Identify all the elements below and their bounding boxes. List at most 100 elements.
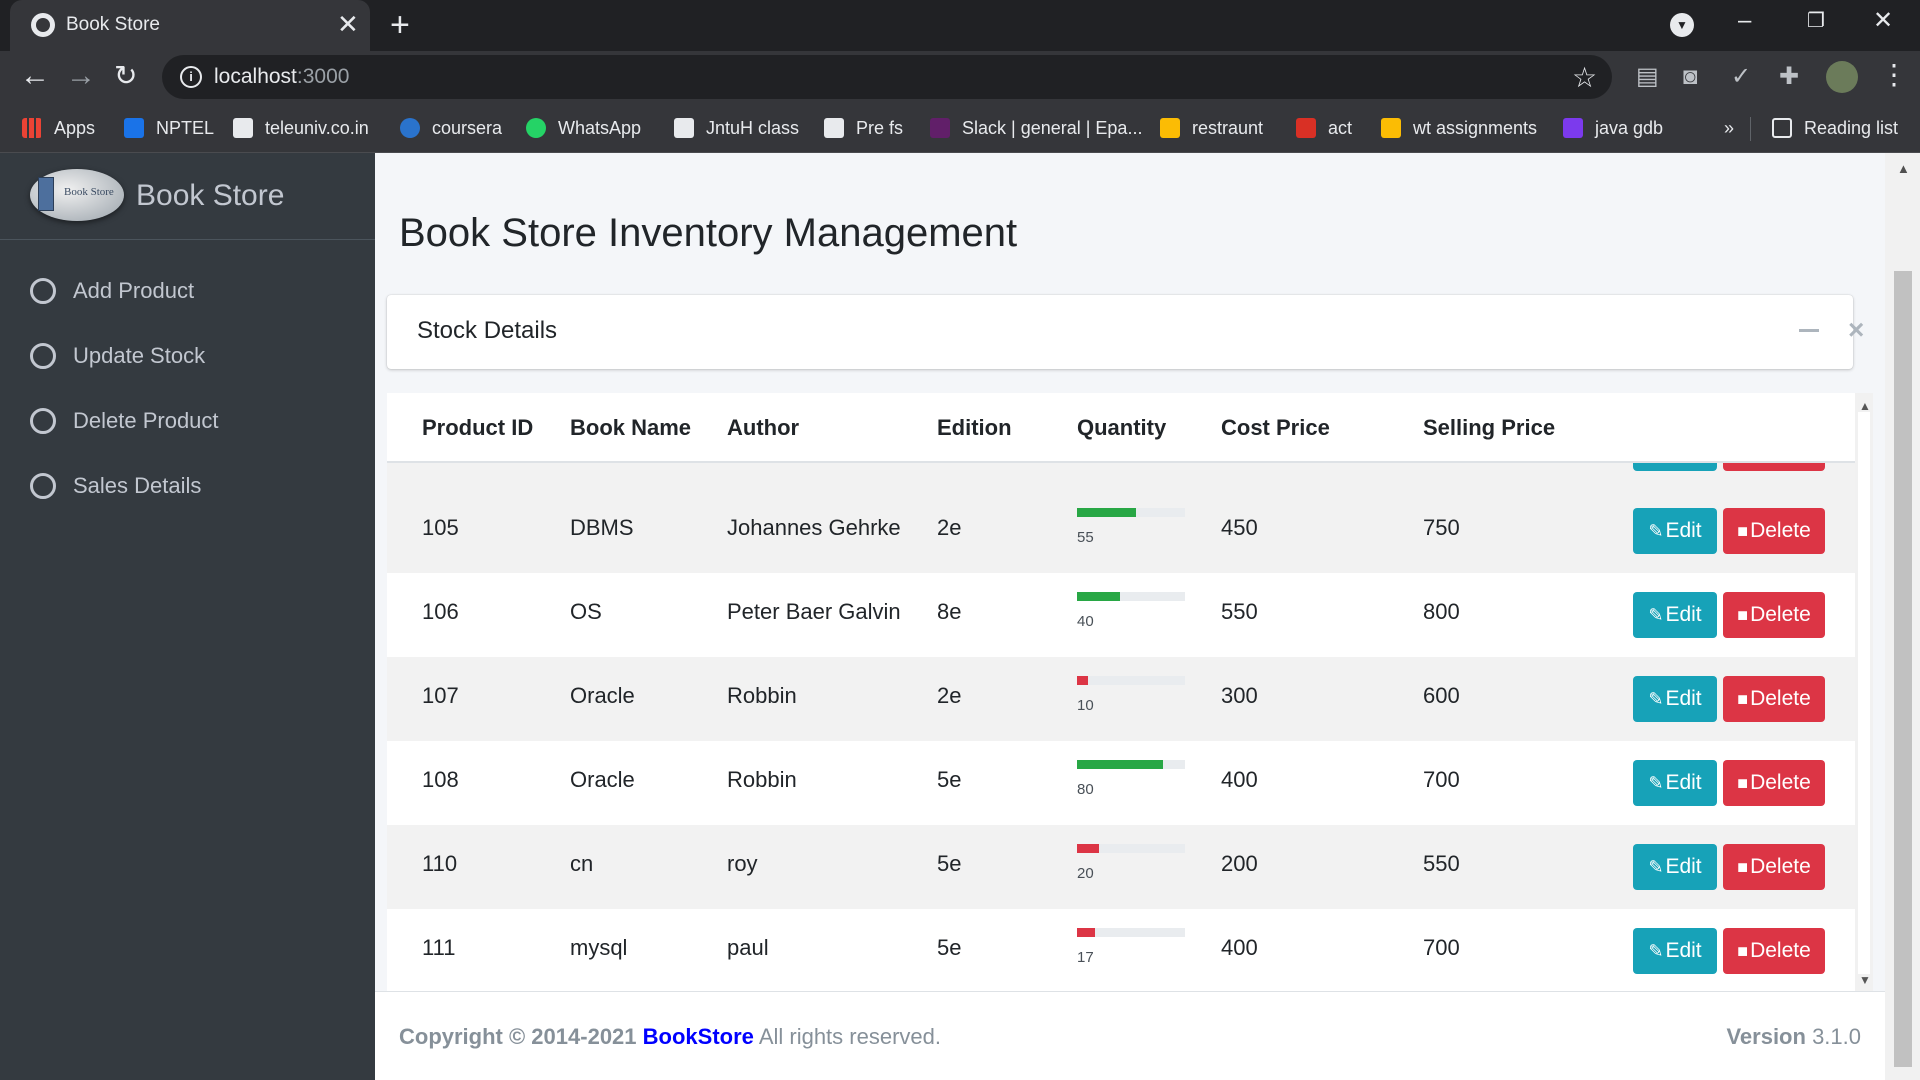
bookmark-nptel[interactable]: NPTEL — [124, 115, 214, 141]
browser-tabstrip: Book Store ✕ + ▼ – ❐ ✕ — [0, 0, 1920, 51]
cell-edition: 5e — [937, 935, 962, 960]
copyright-text: Copyright © 2014-2021 BookStore All righ… — [399, 1024, 941, 1049]
bookmark-jntuh[interactable]: JntuH class — [674, 115, 799, 141]
collapse-icon[interactable] — [1799, 329, 1819, 332]
sidebar-item-label: Update Stock — [73, 343, 206, 368]
clipboard-icon[interactable]: ▤ — [1636, 64, 1659, 90]
forward-icon[interactable]: → — [66, 59, 96, 93]
delete-button[interactable]: ■Delete — [1723, 592, 1825, 638]
tab-search-icon[interactable]: ▼ — [1670, 13, 1694, 37]
cell-quantity: 55 — [1077, 529, 1094, 546]
pencil-icon: ✎ — [1648, 857, 1664, 877]
table-scrollbar-thumb[interactable] — [1858, 412, 1870, 974]
sidebar-item-sales-details[interactable]: Sales Details — [0, 459, 375, 515]
cell-selling-price: 800 — [1423, 599, 1460, 624]
scroll-down-arrow-icon[interactable]: ▼ — [1859, 973, 1871, 987]
trash-icon: ■ — [1737, 521, 1749, 541]
reading-list[interactable]: Reading list — [1772, 115, 1898, 141]
teleuniv-icon — [233, 118, 253, 138]
act-icon — [1296, 118, 1316, 138]
delete-button[interactable]: ■Delete — [1723, 676, 1825, 722]
table-scrollbar[interactable]: ▲ ▼ — [1855, 393, 1873, 993]
cell-cost-price: 450 — [1221, 515, 1258, 540]
brand-link[interactable]: Book Store Book Store — [0, 153, 375, 240]
card-title: Stock Details — [417, 317, 558, 344]
cell-author: roy — [727, 851, 758, 876]
bookmark-star-icon[interactable]: ☆ — [1572, 61, 1597, 94]
browser-menu-icon[interactable]: ⋮ — [1880, 59, 1908, 91]
coursera-icon — [400, 118, 420, 138]
scroll-up-arrow-icon[interactable]: ▲ — [1859, 399, 1871, 413]
bookmark-coursera[interactable]: coursera — [400, 115, 502, 141]
quantity-progress-fill — [1077, 760, 1164, 769]
edit-button[interactable]: ✎Edit — [1633, 928, 1717, 974]
sidebar-item-add-product[interactable]: Add Product — [0, 264, 375, 320]
reading-list-icon — [1772, 118, 1792, 138]
edit-button[interactable]: ✎Edit — [1633, 760, 1717, 806]
column-header-book-name: Book Name — [570, 415, 692, 440]
quantity-progress-fill — [1077, 928, 1096, 937]
bookmark-slack[interactable]: Slack | general | Epa... — [930, 115, 1142, 141]
page-scrollbar-thumb[interactable] — [1894, 271, 1912, 1067]
edit-button[interactable]: ✎Edit — [1633, 592, 1717, 638]
back-icon[interactable]: ← — [20, 59, 50, 93]
quantity-progress-bar — [1077, 760, 1185, 769]
scroll-up-arrow-icon[interactable]: ▲ — [1897, 161, 1910, 176]
bookmark-act[interactable]: act — [1296, 115, 1352, 141]
edit-button[interactable]: ✎Edit — [1633, 508, 1717, 554]
bookmarks-bar: Apps NPTEL teleuniv.co.in coursera Whats… — [0, 103, 1920, 153]
bookmark-restraunt[interactable]: restraunt — [1160, 115, 1263, 141]
close-icon[interactable]: × — [1848, 315, 1864, 345]
sidebar-item-update-stock[interactable]: Update Stock — [0, 329, 375, 385]
footer: Copyright © 2014-2021 BookStore All righ… — [375, 991, 1885, 1080]
page-scrollbar[interactable]: ▲ — [1885, 153, 1920, 1080]
bookmark-whatsapp[interactable]: WhatsApp — [526, 115, 641, 141]
cell-edition: 8e — [937, 599, 962, 624]
bookmark-wt-assignments[interactable]: wt assignments — [1381, 115, 1537, 141]
bookmark-prefs[interactable]: Pre fs — [824, 115, 903, 141]
bookmark-teleuniv[interactable]: teleuniv.co.in — [233, 115, 369, 141]
table-header: Product ID Book Name Author Edition Quan… — [387, 393, 1855, 463]
minimize-icon[interactable]: – — [1738, 6, 1751, 36]
camera-icon[interactable]: ◙ — [1683, 64, 1698, 90]
extensions-puzzle-icon[interactable]: ✚ — [1779, 64, 1799, 90]
delete-button-partial[interactable] — [1723, 463, 1825, 471]
edit-button[interactable]: ✎Edit — [1633, 844, 1717, 890]
new-tab-button[interactable]: + — [390, 7, 410, 43]
sidebar-item-label: Add Product — [73, 278, 195, 303]
browser-tab[interactable]: Book Store ✕ — [10, 0, 370, 51]
more-bookmarks-icon[interactable]: » — [1724, 115, 1734, 141]
column-header-cost-price: Cost Price — [1221, 415, 1330, 440]
sidebar-item-label: Delete Product — [73, 408, 219, 433]
delete-button[interactable]: ■Delete — [1723, 760, 1825, 806]
cell-author: Robbin — [727, 767, 797, 792]
cell-book-name: cn — [570, 851, 594, 876]
delete-button[interactable]: ■Delete — [1723, 928, 1825, 974]
delete-button[interactable]: ■Delete — [1723, 508, 1825, 554]
reload-icon[interactable]: ↻ — [114, 59, 137, 93]
address-bar[interactable]: i localhost:3000 ☆ — [162, 55, 1612, 99]
tab-close-icon[interactable]: ✕ — [337, 10, 359, 38]
check-icon[interactable]: ✓ — [1731, 64, 1751, 90]
globe-icon — [31, 13, 55, 37]
bookstore-link[interactable]: BookStore — [643, 1024, 754, 1049]
sidebar: Book Store Book Store Add Product Update… — [0, 153, 375, 1080]
delete-button[interactable]: ■Delete — [1723, 844, 1825, 890]
bookmark-apps[interactable]: Apps — [22, 115, 95, 141]
cell-quantity: 17 — [1077, 949, 1094, 966]
sidebar-item-delete-product[interactable]: Delete Product — [0, 394, 375, 450]
cell-cost-price: 200 — [1221, 851, 1258, 876]
circle-icon — [30, 343, 56, 369]
table-row: 106 OS Peter Baer Galvin 8e 40 550 800 ✎… — [387, 573, 1855, 657]
edit-button-partial[interactable] — [1633, 463, 1717, 471]
edit-button[interactable]: ✎Edit — [1633, 676, 1717, 722]
restore-icon[interactable]: ❐ — [1807, 6, 1825, 36]
table-row: 107 Oracle Robbin 2e 10 300 600 ✎Edit ■D… — [387, 657, 1855, 741]
profile-avatar[interactable] — [1826, 61, 1858, 93]
close-window-icon[interactable]: ✕ — [1873, 6, 1893, 36]
version-text: Version 3.1.0 — [1726, 1024, 1861, 1049]
info-icon[interactable]: i — [180, 66, 202, 88]
table-row: 108 Oracle Robbin 5e 80 400 700 ✎Edit ■D… — [387, 741, 1855, 825]
column-header-quantity: Quantity — [1077, 415, 1167, 440]
bookmark-java-gdb[interactable]: java gdb — [1563, 115, 1663, 141]
